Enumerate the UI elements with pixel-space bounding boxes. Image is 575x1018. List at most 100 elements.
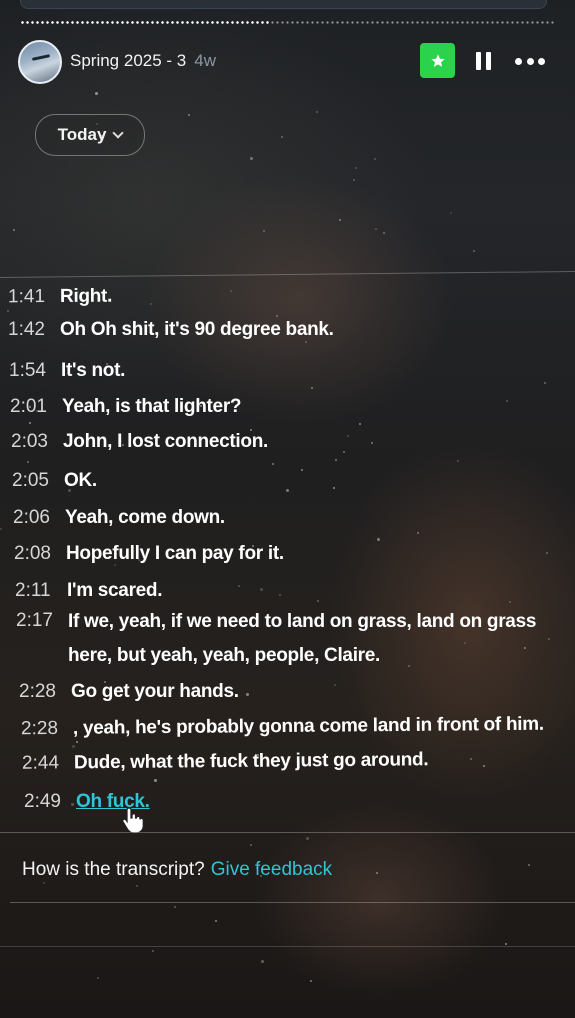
transcript-timestamp[interactable]: 2:11 <box>15 575 67 606</box>
dust-speck <box>13 229 15 231</box>
more-options-button[interactable] <box>515 50 545 72</box>
dust-speck <box>279 594 281 596</box>
dust-speck <box>77 291 79 293</box>
transcript-timestamp[interactable]: 2:06 <box>13 502 65 533</box>
transcript-timestamp[interactable]: 1:54 <box>9 355 61 386</box>
dust-speck <box>383 232 385 234</box>
transcript-timestamp[interactable]: 2:01 <box>10 391 62 422</box>
dust-speck <box>246 693 249 696</box>
dust-speck <box>306 837 309 840</box>
dust-speck <box>417 532 419 534</box>
transcript-row: 2:08 Hopefully I can pay for it. <box>14 538 284 569</box>
dust-speck <box>286 489 289 492</box>
transcript-text: Go get your hands. <box>71 676 239 707</box>
dust-speck <box>152 950 154 952</box>
transcript-text: It's not. <box>61 355 125 386</box>
transcript-row: 2:28 Go get your hands. <box>19 676 239 707</box>
transcript-text-line: If we, yeah, if we need to land on grass… <box>68 611 537 632</box>
dust-speck <box>68 489 71 492</box>
transcript-text-line: John, I lost connection. <box>63 431 268 452</box>
transcript-text: John, I lost connection. <box>63 426 268 457</box>
dust-speck <box>95 92 98 95</box>
transcript-row: 2:05 OK. <box>12 465 97 496</box>
transcript-text-line: Yeah, is that lighter? <box>62 396 242 417</box>
date-filter-dropdown[interactable]: Today <box>35 114 145 156</box>
dust-speck <box>7 310 9 312</box>
transcript-row: 1:54 It's not. <box>9 355 125 386</box>
dust-speck <box>546 552 548 554</box>
recording-title-text: Spring 2025 - 3 <box>70 51 187 70</box>
transcript-timestamp[interactable]: 2:08 <box>14 538 66 569</box>
transcript-row: 1:42 Oh Oh shit, it's 90 degree bank. <box>8 314 334 345</box>
dust-speck <box>257 754 259 756</box>
chevron-down-icon <box>112 127 125 139</box>
playback-progress-fill <box>20 21 272 24</box>
transcript-text-line: I'm scared. <box>67 580 163 601</box>
transcript-text: Right. <box>60 281 112 312</box>
transcript-timestamp[interactable]: 1:42 <box>8 314 60 345</box>
dust-speck <box>548 638 550 640</box>
dust-speck <box>334 684 336 686</box>
dust-speck <box>343 451 345 453</box>
dust-speck <box>114 564 116 566</box>
dust-speck <box>335 459 337 461</box>
give-feedback-link[interactable]: Give feedback <box>211 859 332 880</box>
dust-speck <box>96 123 98 125</box>
dust-speck <box>154 779 157 782</box>
transcript-row: 2:11 I'm scared. <box>15 575 163 606</box>
transcript-timestamp[interactable]: 2:03 <box>11 426 63 457</box>
transcript-text: I'm scared. <box>67 575 163 606</box>
dust-speck <box>347 435 349 437</box>
transcript-text: Yeah, is that lighter? <box>62 391 242 422</box>
dust-speck <box>174 906 176 908</box>
dust-speck <box>305 341 307 343</box>
transcript-timestamp[interactable]: 2:17 <box>16 605 68 673</box>
dust-speck <box>333 487 335 489</box>
dust-speck <box>238 585 240 587</box>
dust-speck <box>473 250 475 252</box>
dust-speck <box>100 135 103 138</box>
dust-speck <box>506 400 508 402</box>
dust-speck <box>256 867 258 869</box>
transcript-text: , yeah, he's probably gonna come land in… <box>73 709 544 744</box>
transcript-timestamp[interactable]: 2:28 <box>21 713 73 744</box>
dust-speck <box>97 977 99 979</box>
avatar <box>18 40 62 84</box>
transcript-row: 2:17 If we, yeah, if we need to land on g… <box>16 605 536 673</box>
dust-speck <box>10 368 12 370</box>
dust-speck <box>311 387 313 389</box>
transcript-text: If we, yeah, if we need to land on grass… <box>68 605 536 673</box>
dust-speck <box>470 758 472 760</box>
dust-speck <box>71 803 74 806</box>
transcript-timestamp[interactable]: 2:05 <box>12 465 64 496</box>
dust-speck <box>483 765 485 767</box>
pause-button[interactable] <box>474 50 494 72</box>
playback-progress-bar[interactable] <box>20 21 555 24</box>
dust-speck <box>215 920 217 922</box>
dust-speck <box>106 363 108 365</box>
dust-speck <box>353 179 355 181</box>
dust-speck <box>528 864 530 866</box>
transcript-timestamp[interactable]: 1:41 <box>8 281 60 312</box>
transcript-timestamp[interactable]: 2:44 <box>22 747 74 778</box>
transcript-timestamp[interactable]: 2:49 <box>24 786 76 817</box>
dust-speck <box>157 616 159 618</box>
dust-speck <box>76 741 78 743</box>
dust-speck <box>29 422 31 424</box>
dust-speck <box>457 460 459 462</box>
dust-speck <box>27 461 29 463</box>
transcript-text: Yeah, come down. <box>65 502 225 533</box>
feedback-question: How is the transcript? <box>22 859 205 880</box>
dust-speck <box>200 405 202 407</box>
more-icon <box>515 57 522 65</box>
recording-title: Spring 2025 - 3 4w <box>70 51 216 71</box>
hand-cursor-icon <box>122 807 144 834</box>
dust-speck <box>524 647 526 649</box>
recording-header: Spring 2025 - 3 4w <box>18 40 558 84</box>
transcript-feedback: How is the transcript? Give feedback <box>22 859 332 881</box>
dust-speck <box>0 528 2 530</box>
dust-speck <box>317 600 319 602</box>
recording-age: 4w <box>194 51 216 70</box>
star-button[interactable] <box>420 43 455 78</box>
transcript-timestamp[interactable]: 2:28 <box>19 676 71 707</box>
